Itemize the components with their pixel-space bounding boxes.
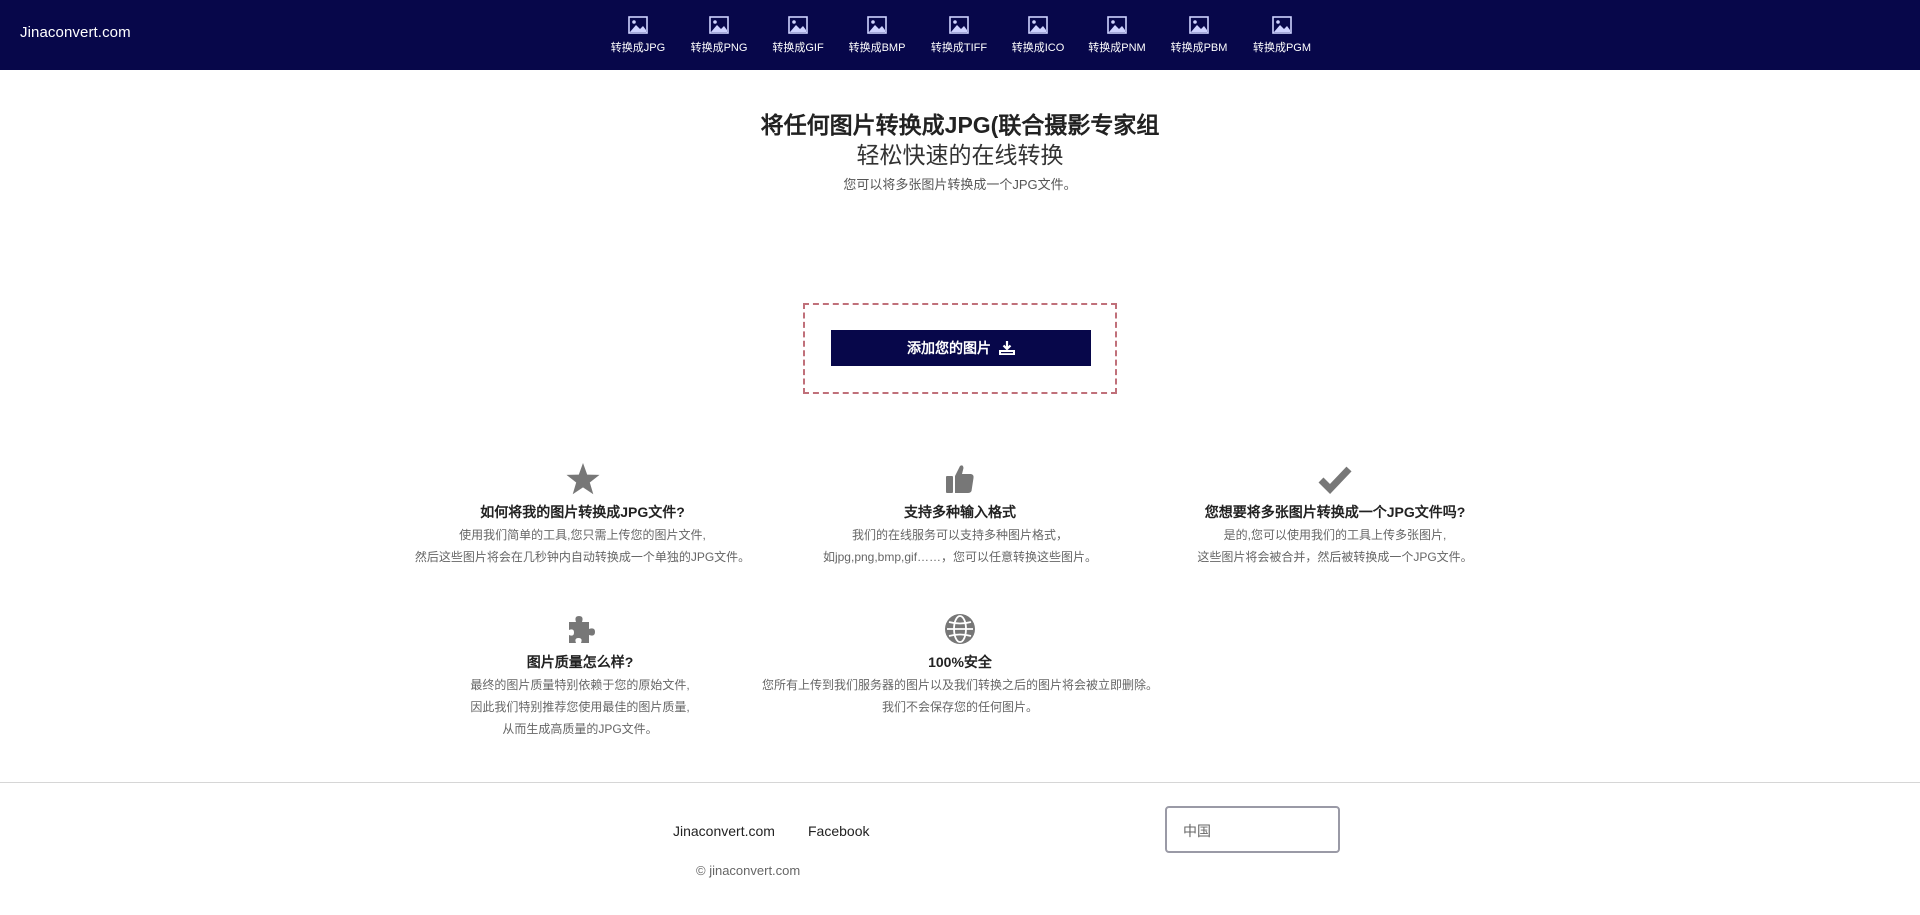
nav-item[interactable]: 转换成ICO <box>1000 0 1076 55</box>
feature-text-line: 使用我们简单的工具,您只需上传您的图片文件, <box>459 528 706 542</box>
nav-item[interactable]: 转换成PGM <box>1240 0 1324 55</box>
nav-item[interactable]: 转换成GIF <box>760 0 836 55</box>
feature-text-line: 是的,您可以使用我们的工具上传多张图片, <box>1223 528 1447 542</box>
feature-input-formats: 支持多种输入格式 我们的在线服务可以支持多种图片格式， 如jpg,png,bmp… <box>770 462 1150 568</box>
top-navbar: Jinaconvert.com 转换成JPG 转换成PNG 转换成GIF 转换成BMP… <box>0 0 1920 70</box>
feature-how-to-convert: 如何将我的图片转换成JPG文件? 使用我们简单的工具,您只需上传您的图片文件, … <box>390 462 775 568</box>
nav-item[interactable]: 转换成PNG <box>678 0 760 55</box>
feature-text-line: 最终的图片质量特别依赖于您的原始文件, <box>470 678 690 692</box>
image-icon <box>1272 16 1292 34</box>
page-subtitle: 轻松快速的在线转换 <box>856 142 1064 168</box>
feature-security: 100%安全 您所有上传到我们服务器的图片以及我们转换之后的图片将会被立即删除。… <box>760 612 1160 718</box>
feature-title: 图片质量怎么样? <box>526 654 634 670</box>
nav-item-label: 转换成ICO <box>1011 42 1065 54</box>
nav-item-label: 转换成GIF <box>772 42 824 54</box>
add-images-button[interactable]: 添加您的图片 <box>831 330 1091 366</box>
nav-item-label: 转换成PBM <box>1170 42 1228 54</box>
brand-logo-link[interactable]: Jinaconvert.com <box>20 24 131 41</box>
image-icon <box>788 16 808 34</box>
nav-item[interactable]: 转换成BMP <box>836 0 918 55</box>
feature-title: 支持多种输入格式 <box>904 504 1016 520</box>
globe-icon <box>945 614 975 644</box>
feature-text-line: 我们不会保存您的任何图片。 <box>881 700 1038 714</box>
nav-item-label: 转换成PNM <box>1088 42 1146 54</box>
feature-title: 如何将我的图片转换成JPG文件? <box>480 504 685 520</box>
nav-item-label: 转换成PGM <box>1252 42 1312 54</box>
page-description: 您可以将多张图片转换成一个JPG文件。 <box>843 177 1077 192</box>
language-select-value: 中国 <box>1183 823 1211 839</box>
footer-facebook-link[interactable]: Facebook <box>808 823 869 839</box>
page-title: 将任何图片转换成JPG(联合摄影专家组 <box>760 112 1160 138</box>
feature-text-line: 如jpg,png,bmp,gif……，您可以任意转换这些图片。 <box>822 550 1098 564</box>
nav-item-label: 转换成BMP <box>848 42 906 54</box>
image-icon <box>867 16 887 34</box>
add-images-label: 添加您的图片 <box>907 340 991 356</box>
image-icon <box>1028 16 1048 34</box>
checkmark-icon <box>1318 466 1352 495</box>
image-icon <box>949 16 969 34</box>
copyright-text: © jinaconvert.com <box>696 863 801 878</box>
nav-item[interactable]: 转换成TIFF <box>918 0 1000 55</box>
upload-dropzone[interactable]: 添加您的图片 <box>803 303 1117 394</box>
nav-item-label: 转换成TIFF <box>930 42 988 54</box>
thumbs-up-icon <box>946 465 974 493</box>
image-icon <box>709 16 729 34</box>
star-icon <box>566 463 599 495</box>
feature-text-line: 因此我们特别推荐您使用最佳的图片质量, <box>470 700 690 714</box>
puzzle-icon <box>569 616 595 643</box>
format-nav: 转换成JPG 转换成PNG 转换成GIF 转换成BMP 转换成TIFF 转换成ICO 转换成… <box>598 0 1324 70</box>
nav-item[interactable]: 转换成PNM <box>1076 0 1158 55</box>
feature-text-line: 您所有上传到我们服务器的图片以及我们转换之后的图片将会被立即删除。 <box>761 678 1158 692</box>
upload-icon <box>999 341 1015 355</box>
footer-site-link[interactable]: Jinaconvert.com <box>673 823 775 839</box>
feature-text-line: 我们的在线服务可以支持多种图片格式， <box>851 528 1068 542</box>
feature-text-line: 然后这些图片将会在几秒钟内自动转换成一个单独的JPG文件。 <box>414 550 751 564</box>
nav-item-label: 转换成JPG <box>610 42 666 54</box>
feature-title: 您想要将多张图片转换成一个JPG文件吗? <box>1204 504 1466 520</box>
feature-text-line: 这些图片将会被合并，然后被转换成一个JPG文件。 <box>1197 550 1473 564</box>
image-icon <box>1107 16 1127 34</box>
footer-divider <box>0 782 1920 783</box>
feature-text-line: 从而生成高质量的JPG文件。 <box>502 722 658 736</box>
feature-title: 100%安全 <box>928 654 992 670</box>
feature-merge-images: 您想要将多张图片转换成一个JPG文件吗? 是的,您可以使用我们的工具上传多张图片… <box>1160 462 1510 568</box>
nav-item[interactable]: 转换成JPG <box>598 0 678 55</box>
language-select[interactable]: 中国 <box>1165 806 1340 853</box>
nav-item-label: 转换成PNG <box>690 42 748 54</box>
nav-item[interactable]: 转换成PBM <box>1158 0 1240 55</box>
feature-image-quality: 图片质量怎么样? 最终的图片质量特别依赖于您的原始文件, 因此我们特别推荐您使用… <box>440 612 720 740</box>
image-icon <box>628 16 648 34</box>
image-icon <box>1189 16 1209 34</box>
